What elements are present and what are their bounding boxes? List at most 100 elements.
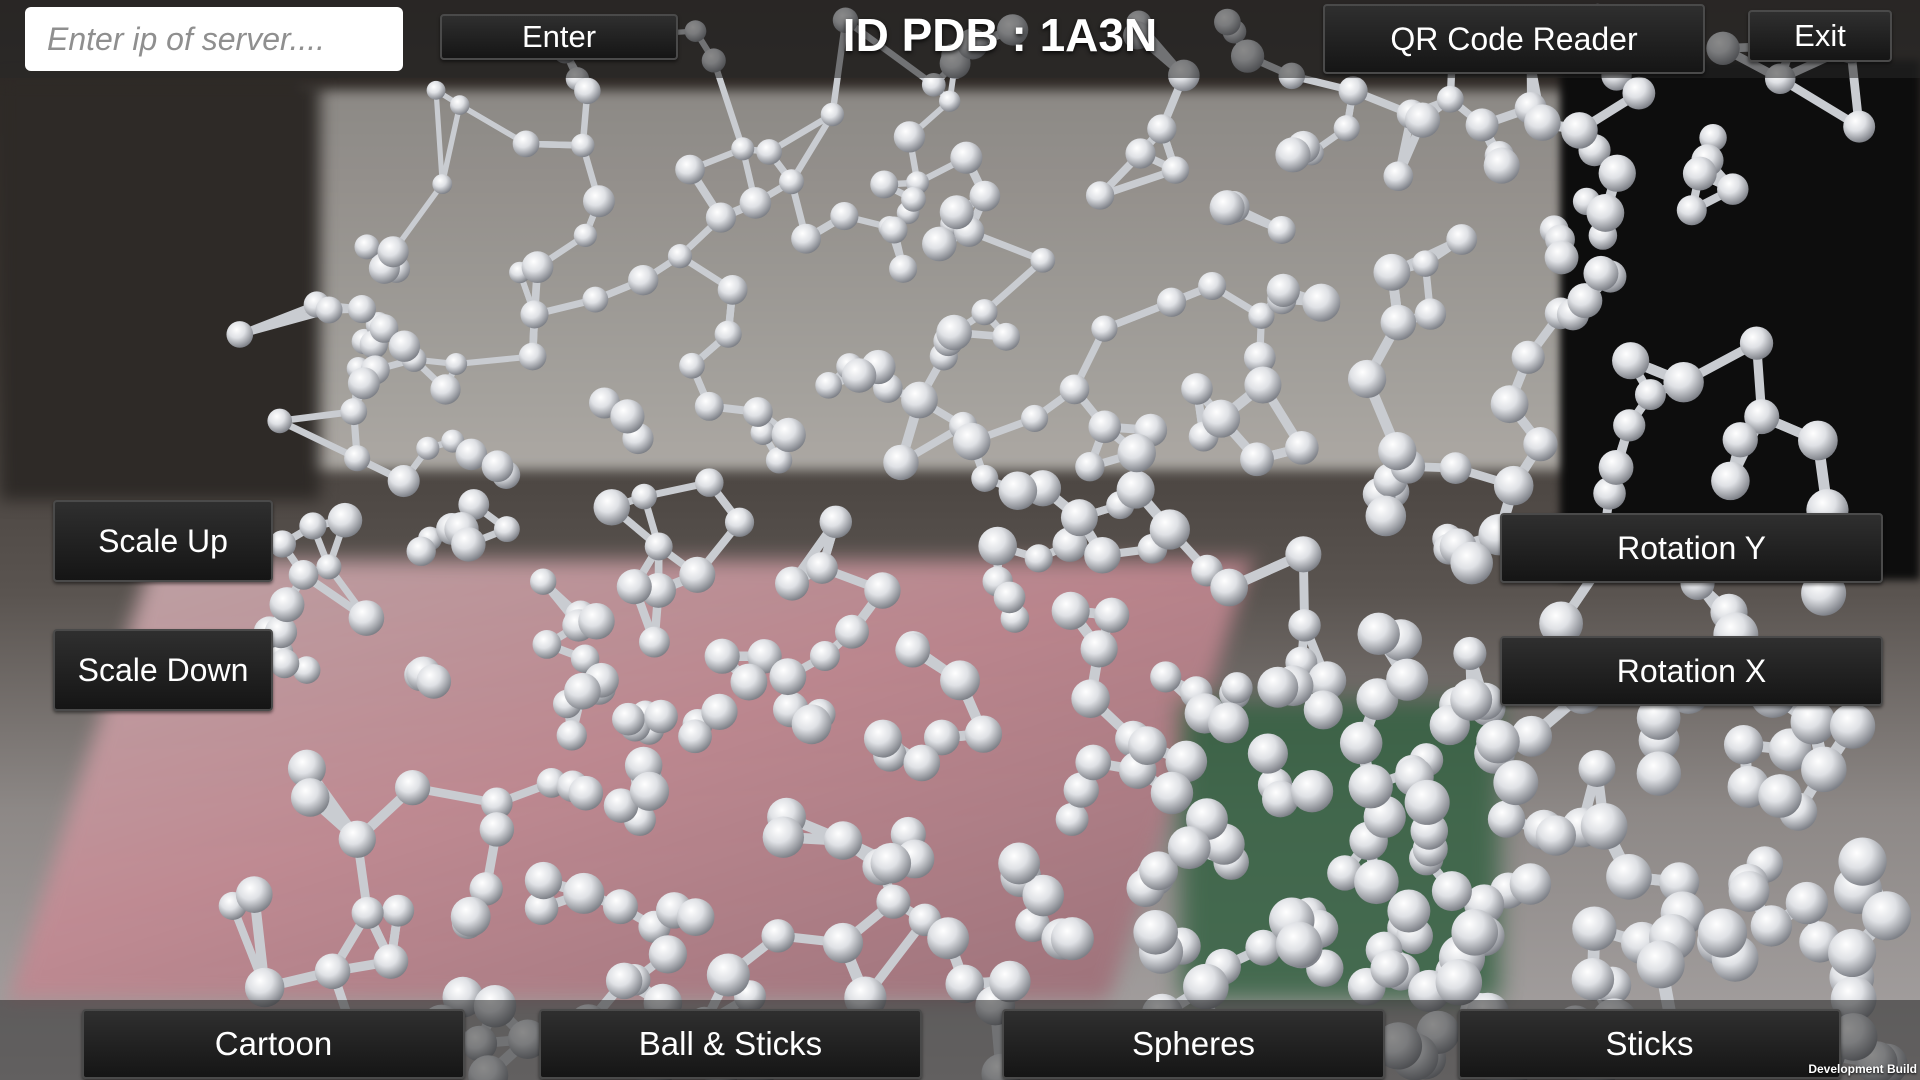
molecule-atom — [573, 223, 598, 248]
molecule-atom — [638, 626, 670, 658]
molecule-atom — [1511, 340, 1545, 374]
sticks-mode-button[interactable]: Sticks — [1458, 1009, 1841, 1079]
cartoon-mode-button[interactable]: Cartoon — [82, 1009, 465, 1079]
molecule-atom — [1843, 110, 1876, 143]
molecule-atom — [1523, 427, 1558, 462]
molecule-atom — [416, 436, 440, 460]
molecule-atom — [1125, 138, 1156, 169]
rotation-y-button[interactable]: Rotation Y — [1500, 513, 1883, 583]
spheres-mode-button[interactable]: Spheres — [1002, 1009, 1385, 1079]
molecule-atom — [1785, 881, 1829, 925]
molecule-atom — [791, 704, 832, 745]
molecule-atom — [1450, 541, 1493, 585]
molecule-atom — [1244, 366, 1282, 404]
molecule-atom — [1050, 917, 1094, 961]
rotation-x-label: Rotation X — [1616, 652, 1767, 689]
molecule-atom — [1207, 702, 1249, 744]
development-build-label: Development Build — [1808, 1062, 1917, 1076]
molecule-atom — [724, 507, 755, 537]
molecule-atom — [940, 660, 980, 701]
molecule-atom — [1060, 499, 1098, 537]
molecule-atom — [479, 812, 515, 847]
molecule-atom — [1583, 255, 1619, 291]
molecule-atom — [1636, 751, 1682, 796]
molecule-atom — [1071, 679, 1110, 718]
molecule-atom — [706, 953, 750, 997]
molecule-atom — [1622, 76, 1656, 110]
exit-button[interactable]: Exit — [1748, 10, 1892, 62]
molecule-atom — [1758, 774, 1802, 818]
molecule-atom — [1059, 374, 1090, 405]
molecule-atom — [771, 417, 806, 453]
rotation-x-button[interactable]: Rotation X — [1500, 636, 1883, 706]
molecule-atom — [348, 600, 385, 636]
molecule-atom — [1829, 703, 1876, 749]
molecule-atom — [1088, 410, 1122, 444]
molecule-atom — [969, 180, 1001, 212]
rotation-y-label: Rotation Y — [1617, 529, 1766, 566]
molecule-atom — [1450, 678, 1493, 721]
molecule-atom — [1085, 181, 1115, 210]
molecule-atom — [235, 876, 273, 913]
server-ip-input[interactable] — [25, 7, 403, 71]
molecule-atom — [267, 408, 293, 434]
scale-down-label: Scale Down — [77, 651, 249, 688]
molecule-atom — [1348, 764, 1393, 809]
molecule-atom — [1431, 871, 1472, 912]
molecule-atom — [338, 820, 376, 858]
molecule-atom — [927, 917, 970, 960]
pdb-id-title: ID PDB : 1A3N — [842, 9, 1158, 61]
molecule-atom — [694, 391, 724, 421]
molecule-atom — [1202, 399, 1241, 438]
molecule-atom — [1682, 156, 1717, 191]
molecule-atom — [1380, 304, 1417, 341]
molecule-atom — [1333, 115, 1360, 142]
molecule-atom — [1383, 161, 1414, 192]
molecule-atom — [1586, 194, 1625, 232]
molecule-atom — [1435, 959, 1483, 1006]
ball-and-sticks-mode-button[interactable]: Ball & Sticks — [539, 1009, 922, 1079]
molecule-atom — [880, 216, 908, 244]
molecule-atom — [616, 569, 652, 605]
scale-up-button[interactable]: Scale Up — [53, 500, 273, 582]
qr-code-reader-button[interactable]: QR Code Reader — [1323, 4, 1705, 74]
molecule-atom — [574, 77, 601, 105]
molecule-atom — [1357, 612, 1400, 656]
molecule-atom — [1167, 826, 1211, 870]
spheres-mode-label: Spheres — [1132, 1025, 1255, 1062]
molecule-atom — [1412, 250, 1439, 277]
molecule-atom — [903, 744, 941, 782]
molecule-atom — [1378, 432, 1417, 471]
enter-button[interactable]: Enter — [440, 14, 678, 60]
molecule-atom — [1404, 102, 1441, 138]
molecule-atom — [445, 353, 468, 375]
molecule-atom — [226, 321, 254, 348]
molecule-atom — [756, 139, 782, 165]
molecule-atom — [451, 527, 486, 562]
molecule-atom — [556, 720, 587, 751]
molecule-atom — [629, 771, 670, 811]
molecule-atom — [1094, 597, 1130, 633]
sticks-mode-label: Sticks — [1605, 1025, 1694, 1062]
molecule-atom — [1798, 420, 1838, 461]
molecule-atom — [993, 581, 1026, 614]
molecule-atom — [762, 816, 805, 858]
ball-and-sticks-mode-label: Ball & Sticks — [638, 1025, 823, 1062]
molecule-atom — [532, 630, 562, 659]
molecule-atom — [430, 374, 461, 405]
molecule-atom — [1247, 733, 1288, 774]
molecule-atom — [1275, 137, 1311, 173]
molecule-atom — [1544, 240, 1579, 275]
molecule-atom — [1161, 156, 1190, 184]
molecule-atom — [806, 552, 838, 584]
molecule-atom — [288, 560, 319, 590]
scale-down-button[interactable]: Scale Down — [53, 629, 273, 711]
molecule-atom — [628, 264, 659, 296]
molecule-atom — [1535, 815, 1577, 856]
molecule-atom — [876, 884, 911, 919]
molecule-atom — [583, 185, 615, 218]
molecule-atom — [1436, 85, 1464, 113]
molecule-atom — [1578, 749, 1616, 787]
molecule-atom — [936, 314, 972, 351]
molecule-atom — [351, 896, 384, 929]
